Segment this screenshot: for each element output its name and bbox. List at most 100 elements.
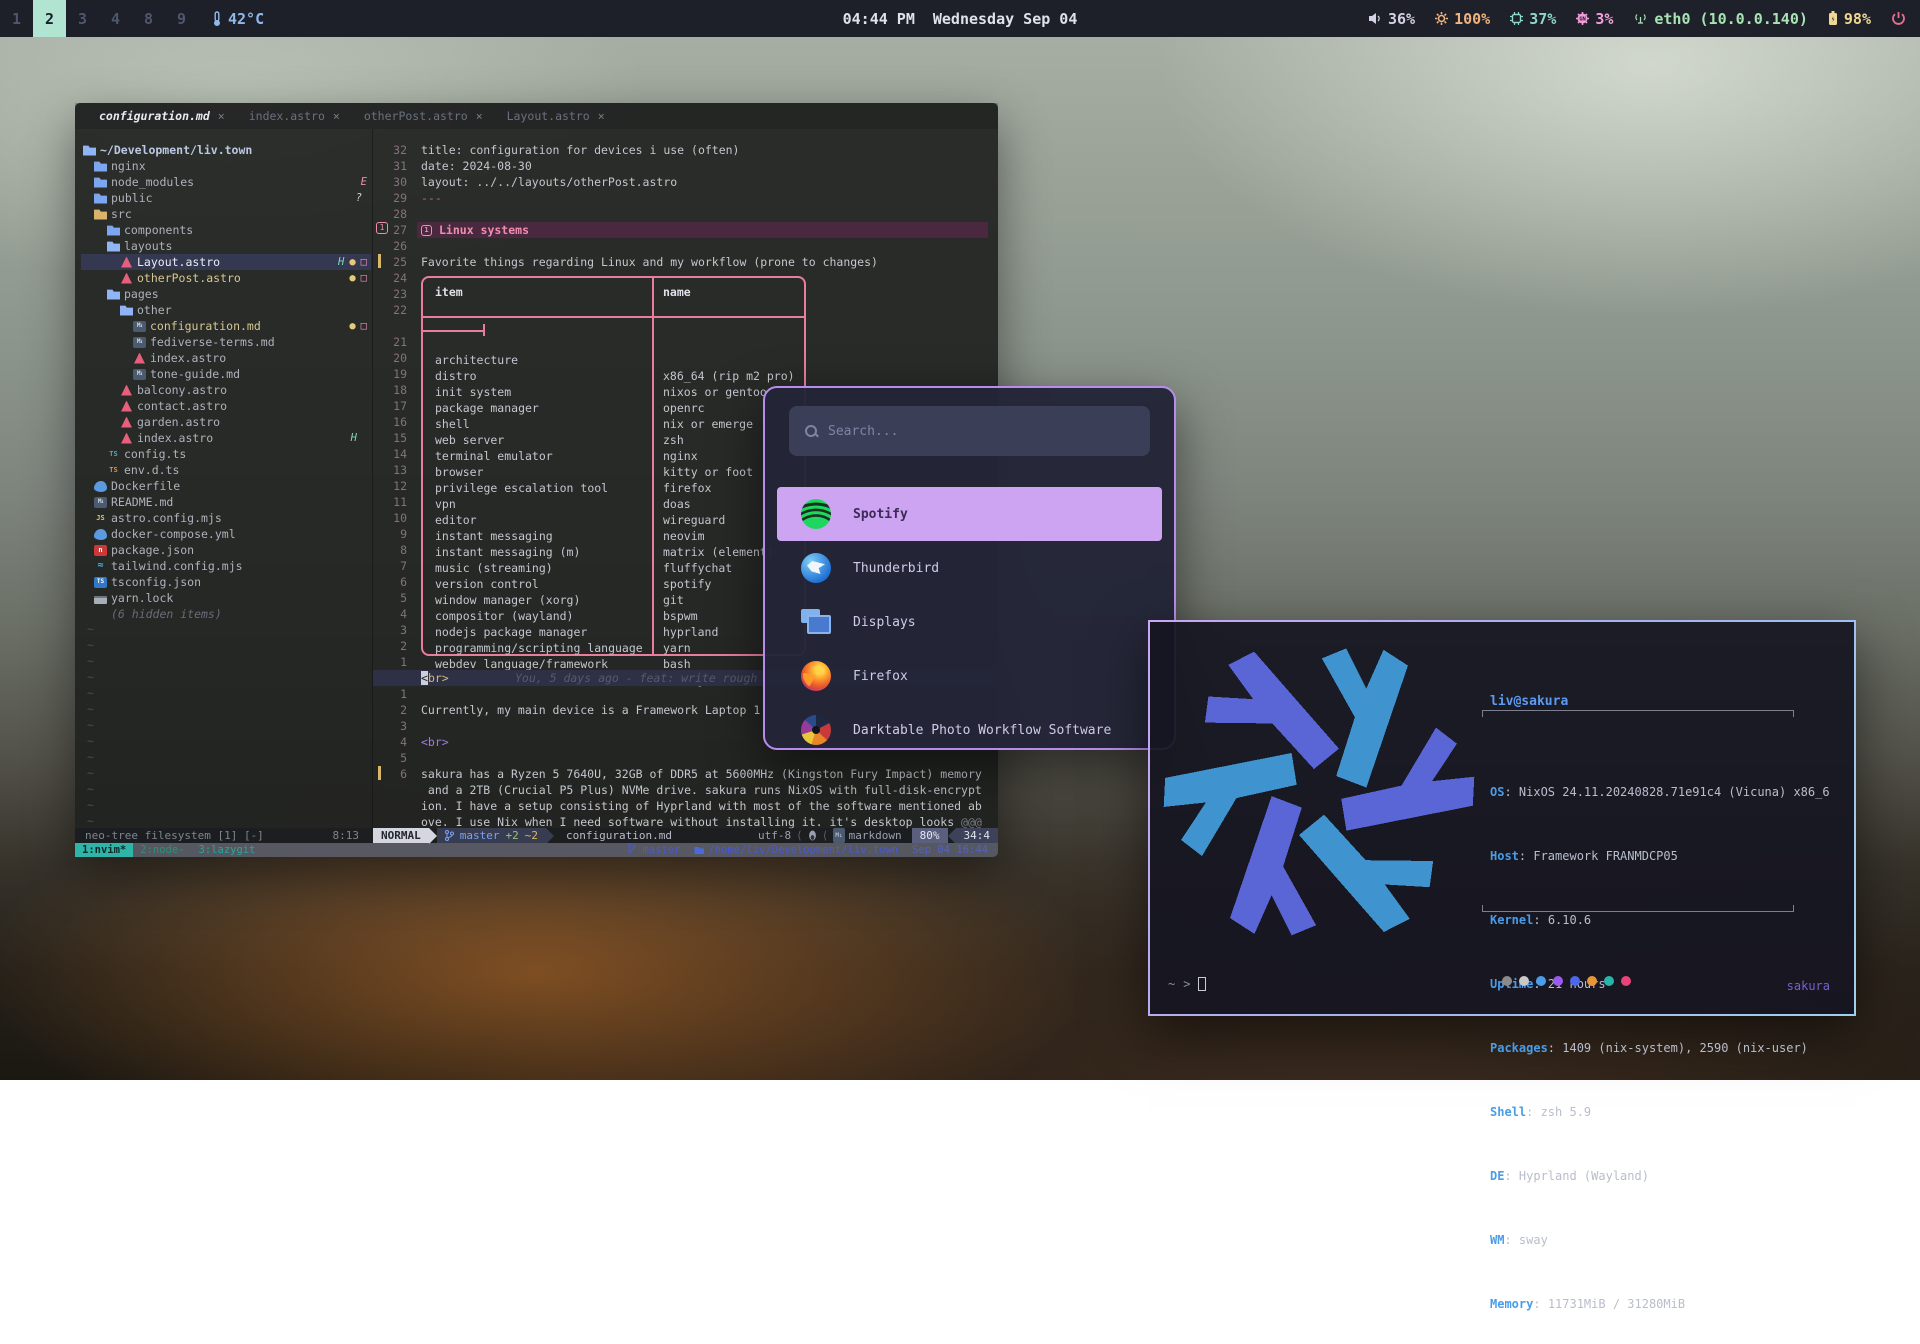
- tree-item[interactable]: contact.astro: [81, 398, 371, 414]
- tree-item[interactable]: layouts: [81, 238, 371, 254]
- tree-item[interactable]: docker-compose.yml: [81, 526, 371, 542]
- tree-item[interactable]: balcony.astro: [81, 382, 371, 398]
- app-list-item[interactable]: Darktable Photo Workflow Software: [765, 703, 1174, 750]
- workspace-button[interactable]: 4: [99, 0, 132, 37]
- file-icon: [133, 337, 146, 348]
- tmux-window-1[interactable]: 1:nvim*: [75, 843, 133, 857]
- h1-icon: 1: [421, 225, 432, 236]
- app-icon: [801, 661, 831, 691]
- tab-close-icon[interactable]: ×: [333, 109, 340, 123]
- tree-item[interactable]: node_modules E: [81, 174, 371, 190]
- git-branch-icon: [445, 830, 454, 841]
- git-segment: master +2 ~2: [437, 828, 546, 843]
- system-info: liv@sakura OSNixOS 24.11.20240828.71e91c…: [1490, 694, 1830, 709]
- color-dot: [1587, 976, 1597, 986]
- app-launcher[interactable]: Search... Spotify Thunderbird Displays: [763, 386, 1176, 750]
- workspace-button[interactable]: 2: [33, 0, 66, 37]
- table-rows: architecture x86_64 (rip m2 pro) distro …: [423, 336, 804, 656]
- tree-item[interactable]: otherPost.astro ●□: [81, 270, 371, 286]
- table-header-name: name: [663, 284, 691, 300]
- tree-item[interactable]: index.astro: [81, 350, 371, 366]
- workspace-button[interactable]: 1: [0, 0, 33, 37]
- tmux-window-2[interactable]: 2:node-: [133, 843, 191, 857]
- workspace-button[interactable]: 8: [132, 0, 165, 37]
- file-icon: [120, 273, 133, 284]
- git-added-count: +2: [506, 828, 519, 843]
- nixos-logo: [1154, 634, 1484, 964]
- app-label: Spotify: [853, 507, 908, 522]
- gpu-indicator[interactable]: GN3%: [1576, 10, 1613, 28]
- workspace-button[interactable]: 9: [165, 0, 198, 37]
- powerline-arrow: [546, 828, 554, 844]
- tree-item[interactable]: other: [81, 302, 371, 318]
- battery-indicator[interactable]: 98%: [1828, 10, 1871, 28]
- table-header-item: item: [435, 284, 463, 300]
- top-status-bar: 123489 42°C 04:44 PM Wednesday Sep 04 36…: [0, 0, 1920, 37]
- editor-tab[interactable]: index.astro ×: [239, 109, 344, 123]
- tree-item[interactable]: yarn.lock: [81, 590, 371, 606]
- power-button[interactable]: [1891, 11, 1906, 26]
- tab-close-icon[interactable]: ×: [476, 109, 483, 123]
- tree-item[interactable]: fediverse-terms.md: [81, 334, 371, 350]
- tree-item[interactable]: garden.astro: [81, 414, 371, 430]
- tmux-window-3[interactable]: 3:lazygit: [192, 843, 263, 857]
- app-list-item[interactable]: Spotify: [765, 487, 1174, 541]
- tree-item[interactable]: config.ts: [81, 446, 371, 462]
- table-row: programming/scripting language bash: [423, 624, 804, 640]
- frontmatter-title: title: configuration for devices i use (…: [421, 142, 740, 158]
- tree-item[interactable]: public ?: [81, 190, 371, 206]
- file-icon: [120, 401, 133, 412]
- app-label: Displays: [853, 615, 916, 630]
- table-row: distro nixos or gentoo: [423, 352, 804, 368]
- editor-tabbar: configuration.md × index.astro × otherPo…: [75, 103, 998, 129]
- color-dot: [1502, 976, 1512, 986]
- app-list: Spotify Thunderbird Displays Firefox: [765, 487, 1174, 750]
- table-row: webdev language/framework astrojs: [423, 640, 804, 656]
- tree-item[interactable]: env.d.ts: [81, 462, 371, 478]
- tree-item[interactable]: Dockerfile: [81, 478, 371, 494]
- workspace-button[interactable]: 3: [66, 0, 99, 37]
- file-icon: [94, 609, 107, 620]
- tree-item[interactable]: Layout.astro H●□: [81, 254, 371, 270]
- app-list-item[interactable]: Firefox: [765, 649, 1174, 703]
- tree-item[interactable]: nginx: [81, 158, 371, 174]
- brightness-indicator[interactable]: 100%: [1435, 10, 1490, 28]
- file-icon: [94, 577, 107, 588]
- tree-item[interactable]: pages: [81, 286, 371, 302]
- tree-item[interactable]: src: [81, 206, 371, 222]
- tree-item[interactable]: tsconfig.json: [81, 574, 371, 590]
- tree-item[interactable]: components: [81, 222, 371, 238]
- file-icon: [94, 209, 107, 220]
- tab-label: index.astro: [249, 109, 325, 123]
- tree-item[interactable]: (6 hidden items): [81, 606, 371, 622]
- app-list-item[interactable]: Thunderbird: [765, 541, 1174, 595]
- editor-tab[interactable]: configuration.md ×: [89, 109, 229, 123]
- tab-close-icon[interactable]: ×: [218, 109, 225, 123]
- tree-item[interactable]: configuration.md ●□: [81, 318, 371, 334]
- table-row: privilege escalation tool doas: [423, 464, 804, 480]
- info-field: HostFramework FRANMDCP05: [1490, 848, 1830, 864]
- tab-close-icon[interactable]: ×: [598, 109, 605, 123]
- volume-indicator[interactable]: 36%: [1368, 10, 1415, 28]
- search-input[interactable]: Search...: [789, 406, 1150, 456]
- table-row: version control git: [423, 560, 804, 576]
- network-indicator[interactable]: eth0 (10.0.0.140): [1633, 10, 1808, 28]
- color-dot: [1553, 976, 1563, 986]
- editor-tab[interactable]: Layout.astro ×: [497, 109, 609, 123]
- tree-item[interactable]: README.md: [81, 494, 371, 510]
- tree-item[interactable]: tailwind.config.mjs: [81, 558, 371, 574]
- tree-item[interactable]: tone-guide.md: [81, 366, 371, 382]
- tree-item[interactable]: astro.config.mjs: [81, 510, 371, 526]
- app-list-item[interactable]: Displays: [765, 595, 1174, 649]
- cpu-indicator[interactable]: 37%: [1510, 10, 1556, 28]
- git-status-marks: E: [351, 174, 367, 190]
- tree-item[interactable]: ~/Development/liv.town: [81, 142, 371, 158]
- tmux-cwd: /home/liv/Development/liv.town: [694, 843, 898, 857]
- editor-tab[interactable]: otherPost.astro ×: [354, 109, 487, 123]
- tree-item[interactable]: package.json: [81, 542, 371, 558]
- tree-item[interactable]: index.astro H: [81, 430, 371, 446]
- empty-buffer-tildes: ~ ~ ~ ~ ~ ~ ~ ~ ~ ~ ~ ~ ~: [87, 621, 94, 829]
- shell-prompt[interactable]: ~ >: [1168, 977, 1206, 991]
- fetch-terminal-window[interactable]: liv@sakura OSNixOS 24.11.20240828.71e91c…: [1148, 620, 1856, 1016]
- temperature-indicator: 42°C: [212, 10, 264, 28]
